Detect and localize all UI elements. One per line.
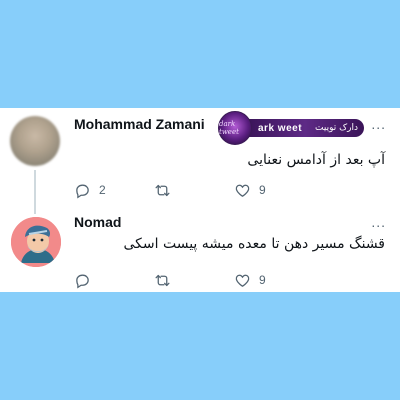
author-name[interactable]: Mohammad Zamani	[74, 116, 205, 132]
tweet-text: آپ بعد از آدامس نعنایی	[247, 152, 385, 168]
watermark-banner: ark weet دارک توییت	[246, 119, 364, 137]
watermark-emblem-text: dark tweet	[219, 120, 239, 136]
avatar[interactable]	[11, 217, 61, 267]
more-options-icon[interactable]: ...	[371, 214, 386, 230]
retweet-button[interactable]	[154, 180, 179, 200]
watermark-logo: dark tweet ark weet دارک توییت	[218, 110, 364, 146]
reply-icon	[76, 274, 89, 289]
retweet-icon	[155, 274, 170, 286]
watermark-emblem: dark tweet	[218, 111, 252, 145]
retweet-button[interactable]	[154, 270, 179, 290]
cartoon-character-icon	[11, 217, 61, 267]
reply-button[interactable]	[74, 270, 99, 290]
retweet-icon	[155, 184, 170, 196]
author-name[interactable]: Nomad	[74, 214, 121, 230]
reply-button[interactable]: 2	[74, 180, 106, 200]
tweet-thread-card: Mohammad Zamani dark tweet ark weet دارک…	[0, 108, 400, 292]
like-button[interactable]: 9	[234, 270, 266, 290]
avatar[interactable]	[10, 116, 60, 166]
tweet-text: قشنگ مسیر دهن تا معده میشه پیست اسکی	[123, 236, 386, 252]
tweet-actions: 9	[72, 270, 292, 290]
tweet[interactable]: Nomad ... قشنگ مسیر دهن تا معده میشه پیس…	[0, 208, 400, 292]
reply-count: 2	[99, 183, 106, 197]
watermark-label-fa: دارک توییت	[315, 123, 358, 133]
heart-icon	[235, 274, 250, 287]
tweet[interactable]: Mohammad Zamani dark tweet ark weet دارک…	[0, 108, 400, 214]
more-options-icon[interactable]: ...	[371, 116, 386, 132]
heart-icon	[235, 184, 250, 197]
reply-icon	[76, 184, 89, 199]
like-button[interactable]: 9	[234, 180, 266, 200]
like-count: 9	[259, 273, 266, 287]
tweet-actions: 2 9	[72, 180, 292, 200]
like-count: 9	[259, 183, 266, 197]
watermark-label-en: ark weet	[258, 122, 303, 134]
